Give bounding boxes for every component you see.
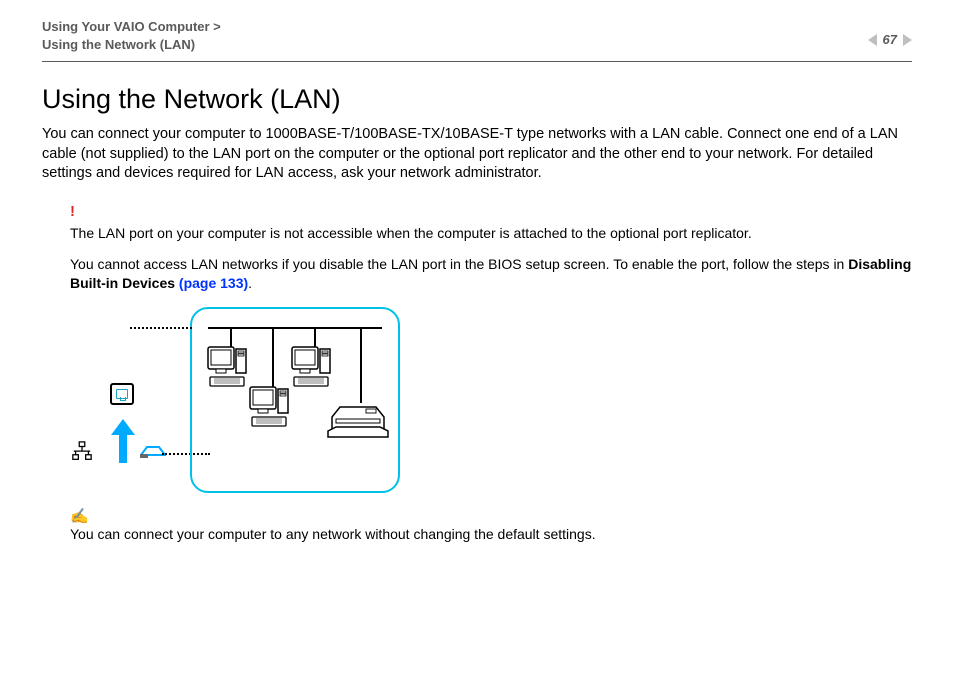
- breadcrumb: Using Your VAIO Computer > Using the Net…: [42, 18, 221, 53]
- next-page-icon[interactable]: [903, 34, 912, 46]
- page-number: 67: [883, 32, 897, 47]
- footnote-text: You can connect your computer to any net…: [42, 526, 912, 542]
- prev-page-icon[interactable]: [868, 34, 877, 46]
- warning-text-2: You cannot access LAN networks if you di…: [70, 255, 912, 293]
- intro-paragraph: You can connect your computer to 1000BAS…: [42, 125, 912, 184]
- warning-link-page[interactable]: (page 133): [179, 275, 248, 291]
- computer-icon: [206, 345, 252, 391]
- page-navigator: 67: [868, 32, 912, 47]
- network-diagram: [42, 307, 912, 493]
- computer-icon: [248, 385, 294, 431]
- network-devices-box: [190, 307, 400, 493]
- warning-icon: !: [70, 202, 912, 222]
- warning-text-2a: You cannot access LAN networks if you di…: [70, 256, 848, 272]
- network-tree-icon: [70, 441, 94, 463]
- warning-text-2c: .: [248, 275, 252, 291]
- computer-icon: [290, 345, 336, 391]
- lan-port-icon: [110, 383, 134, 405]
- note-pencil-icon: ✍: [42, 507, 912, 525]
- breadcrumb-line1[interactable]: Using Your VAIO Computer >: [42, 18, 221, 36]
- warning-text-1: The LAN port on your computer is not acc…: [70, 224, 912, 243]
- cable-plug-icon: [140, 445, 166, 459]
- diagram-port-side: [70, 383, 190, 493]
- dotted-line-top: [130, 327, 192, 329]
- arrow-up-icon: [114, 419, 132, 463]
- printer-icon: [326, 401, 390, 446]
- page-title: Using the Network (LAN): [42, 84, 912, 115]
- breadcrumb-line2[interactable]: Using the Network (LAN): [42, 36, 221, 54]
